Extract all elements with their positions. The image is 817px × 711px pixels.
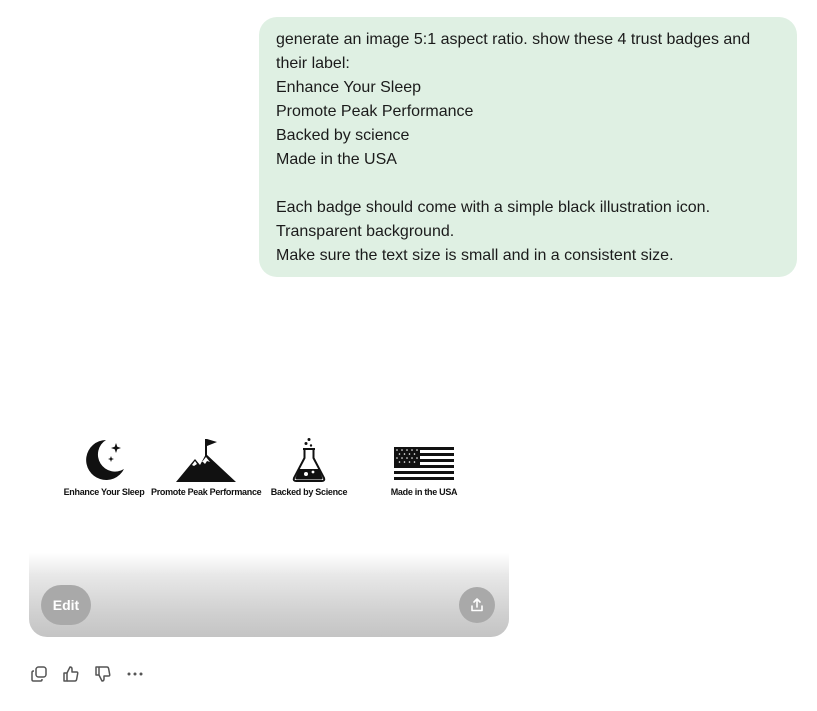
message-line: their label: [276, 55, 350, 72]
copy-icon [31, 666, 47, 682]
badge-peak-performance: Promote Peak Performance [151, 437, 262, 497]
badge-label: Promote Peak Performance [151, 487, 262, 497]
badge-label: Backed by Science [270, 487, 348, 497]
share-button[interactable] [459, 587, 495, 623]
message-line: Make sure the text size is small and in … [276, 247, 674, 264]
badge-label: Enhance Your Sleep [63, 487, 145, 497]
more-button[interactable] [124, 662, 146, 686]
badge-label: Made in the USA [390, 487, 458, 497]
badge-enhance-sleep: Enhance Your Sleep [49, 437, 159, 497]
moon-stars-icon [86, 440, 124, 480]
message-line: Promote Peak Performance [276, 103, 474, 120]
mountain-flag-icon [176, 439, 236, 482]
flask-icon [292, 438, 326, 482]
user-message-bubble: generate an image 5:1 aspect ratio. show… [259, 17, 797, 277]
thumbs-down-button[interactable] [92, 662, 114, 686]
message-line: generate an image 5:1 aspect ratio. show… [276, 31, 751, 48]
generated-image[interactable]: Enhance Your Sleep Promote Peak Performa… [29, 375, 509, 637]
badge-made-in-usa: Made in the USA [369, 437, 479, 497]
us-flag-icon [394, 447, 454, 480]
thumbs-up-icon [63, 666, 79, 682]
share-icon [471, 598, 483, 612]
badge-backed-by-science: Backed by Science [254, 437, 364, 497]
more-icon [127, 672, 143, 676]
thumbs-down-icon [95, 666, 111, 682]
message-line: Enhance Your Sleep [276, 79, 422, 96]
copy-button[interactable] [28, 662, 50, 686]
message-line: Made in the USA [276, 151, 397, 168]
message-line: Each badge should come with a simple bla… [276, 199, 711, 216]
message-line: Transparent background. [276, 223, 455, 240]
thumbs-up-button[interactable] [60, 662, 82, 686]
message-actions [28, 662, 146, 686]
edit-button[interactable]: Edit [41, 585, 91, 625]
message-line: Backed by science [276, 127, 410, 144]
